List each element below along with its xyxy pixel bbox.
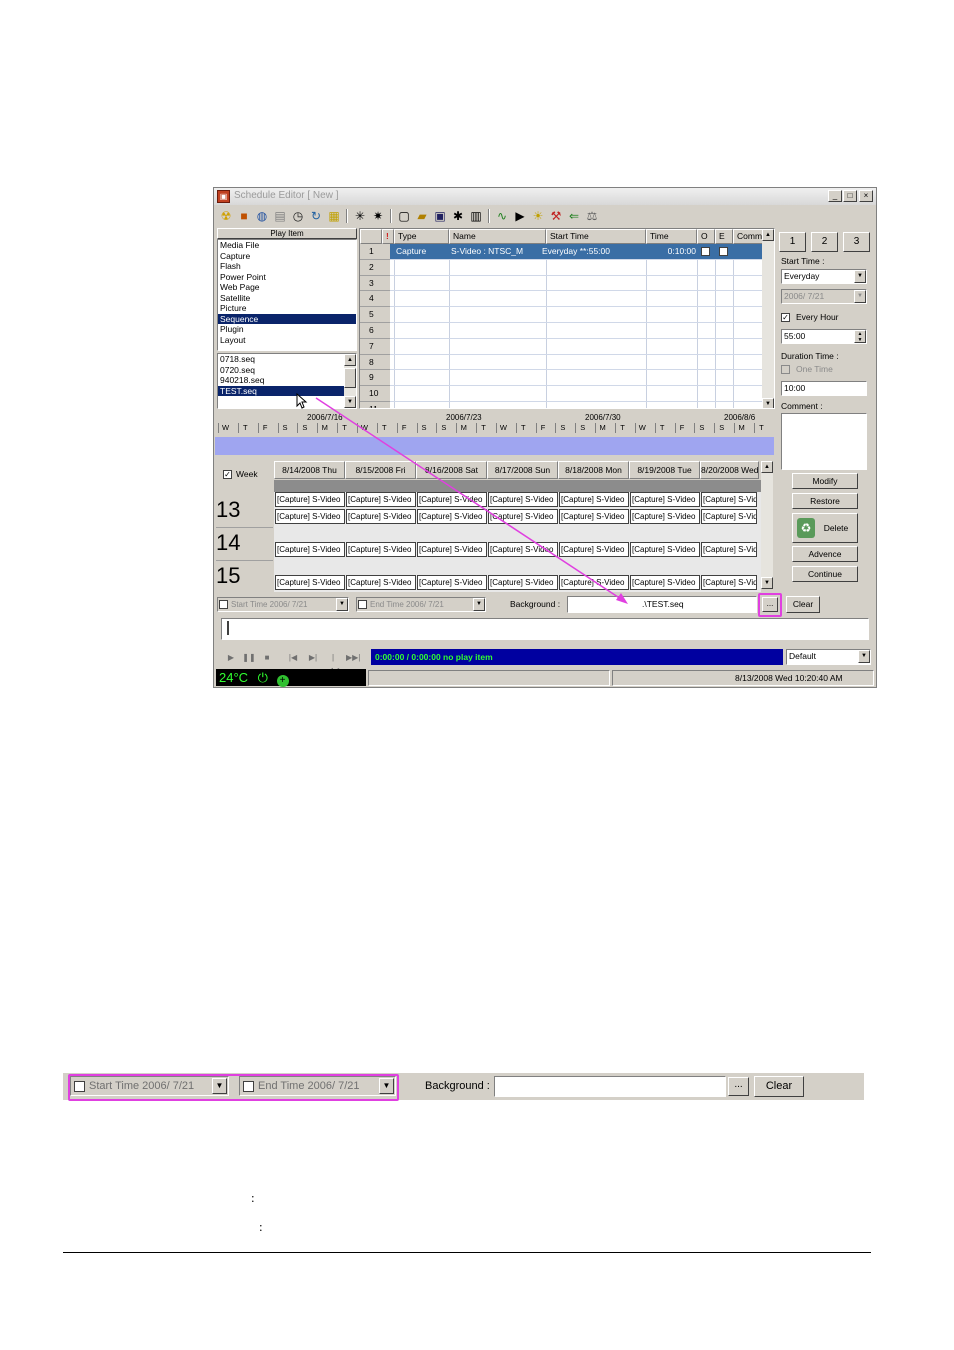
doc-colon: :: [251, 1190, 255, 1205]
zoom-browse-button[interactable]: ...: [728, 1077, 749, 1096]
zoom-background-label: Background :: [425, 1080, 490, 1092]
doc-colon: :: [259, 1219, 263, 1234]
zoom-clear-button[interactable]: Clear: [754, 1076, 804, 1097]
zoom-background-input[interactable]: [494, 1076, 726, 1097]
drag-arrow-line: [315, 397, 625, 602]
drag-arrow: [315, 397, 628, 604]
arrowhead-icon: [616, 593, 628, 604]
page-footer-rule: [63, 1252, 871, 1253]
date-filter-highlight: [68, 1074, 399, 1101]
